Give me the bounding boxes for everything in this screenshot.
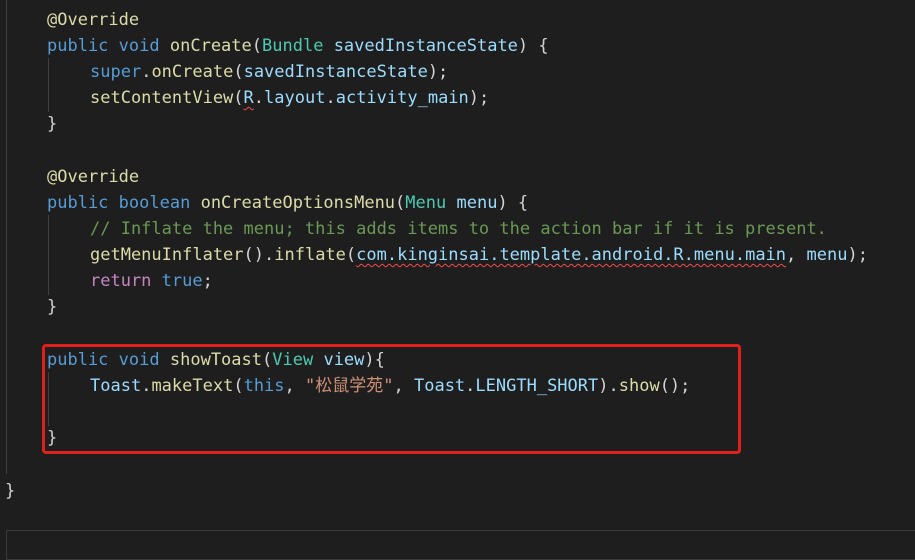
code-line[interactable]: } [47,294,57,320]
type-name: Bundle [262,36,324,56]
keyword: public [47,36,109,56]
code-line[interactable]: // Inflate the menu; this adds items to … [90,216,827,242]
punctuation: ) { [497,193,529,213]
type-name: Menu [405,193,447,213]
keyword: boolean [118,193,191,213]
punctuation: ( [233,88,244,108]
punctuation: . [253,88,265,108]
closing-brace: } [5,481,16,501]
keyword: public [47,193,109,213]
comment: // Inflate the menu; this adds items to … [90,219,827,239]
code-line[interactable]: super.onCreate(savedInstanceState); [90,59,448,85]
punctuation: (). [243,245,275,265]
punctuation: ( [233,62,244,82]
variable: menu [806,245,848,265]
code-line[interactable]: return true; [90,268,213,294]
variable: savedInstanceState [243,62,428,82]
punctuation: . [141,62,152,82]
code-line[interactable]: } [5,478,15,504]
variable: activity_main [335,88,469,108]
indent-guide [48,58,49,112]
code-line[interactable]: @Override [47,7,139,33]
method-name: onCreate [169,36,252,56]
parameter: menu [456,193,498,213]
punctuation: ( [395,193,406,213]
indent-guide [48,215,49,295]
code-editor[interactable]: @Override public void onCreate(Bundle sa… [0,0,915,530]
punctuation: ( [345,245,357,265]
closing-brace: } [47,297,58,317]
highlight-box [42,344,741,454]
code-line[interactable]: getMenuInflater().inflate(com.kinginsai.… [90,242,868,268]
code-line[interactable]: } [47,111,57,137]
method-name: getMenuInflater [90,245,244,265]
punctuation: ; [202,271,213,291]
closing-brace: } [47,114,58,134]
error-reference: com.kinginsai.template.android.R.menu.ma… [356,245,787,265]
method-name: inflate [274,245,346,265]
keyword: void [118,36,160,56]
method-name: onCreateOptionsMenu [200,193,396,213]
bottom-panel [0,530,915,560]
keyword: return [90,271,152,291]
error-reference: R [243,88,254,108]
punctuation: , [786,245,807,265]
punctuation: ); [847,245,868,265]
code-line[interactable]: public void onCreate(Bundle savedInstanc… [47,33,549,59]
parameter: savedInstanceState [333,36,518,56]
punctuation: ); [427,62,449,82]
punctuation: ) { [517,36,549,56]
punctuation: ); [468,88,490,108]
indent-guide [6,0,7,474]
keyword: true [161,271,203,291]
code-line[interactable]: setContentView(R.layout.activity_main); [90,85,489,111]
variable: layout [264,88,326,108]
annotation: @Override [47,10,140,30]
punctuation: ( [251,36,263,56]
code-line[interactable]: @Override [47,164,139,190]
annotation: @Override [47,167,140,187]
bottom-input-area[interactable] [6,530,915,560]
keyword: super [90,62,142,82]
method-name: onCreate [151,62,234,82]
code-line[interactable]: public boolean onCreateOptionsMenu(Menu … [47,190,528,216]
punctuation: . [325,88,336,108]
method-name: setContentView [90,88,234,108]
